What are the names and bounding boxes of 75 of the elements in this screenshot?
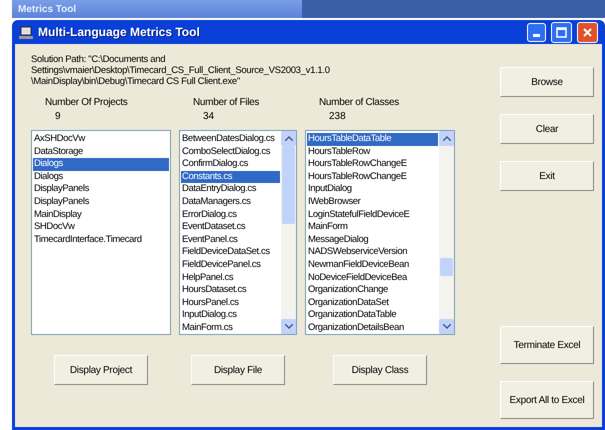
scroll-up-icon[interactable]	[284, 136, 292, 141]
action-button[interactable]: Exit	[500, 161, 594, 191]
list-item[interactable]: AxSHDocVw	[33, 133, 169, 146]
solution-path-text: Solution Path: "C:\Documents and	[31, 54, 166, 65]
list-item[interactable]: HoursTableRowChangeE	[307, 158, 438, 171]
list-item[interactable]: TimecardInterface.Timecard	[33, 234, 169, 246]
count-value: 238	[328, 111, 347, 122]
scroll-thumb[interactable]	[440, 258, 453, 276]
list-item[interactable]: OrganizationDataTable	[307, 309, 438, 322]
list-item[interactable]: HoursTableDataTable	[307, 133, 438, 146]
list-item[interactable]: FieldDeviceDataSet.cs	[181, 246, 280, 259]
maximize-icon	[556, 26, 567, 38]
column-label: Number Of Projects	[44, 97, 128, 108]
display-button[interactable]: Display Class	[333, 355, 427, 385]
list-item[interactable]: MessageDialog	[307, 234, 438, 246]
list-item[interactable]: NoDeviceFieldDeviceBea	[307, 272, 438, 284]
list-item[interactable]: ComboSelectDialog.cs	[181, 146, 280, 158]
display-button[interactable]: Display Project	[54, 355, 148, 385]
count-value: 34	[202, 111, 216, 122]
list-item[interactable]: MainForm.cs	[181, 322, 280, 334]
list-item[interactable]: DisplayPanels	[33, 196, 169, 209]
list-item[interactable]: DataManagers.cs	[181, 196, 280, 209]
close-icon	[582, 26, 593, 38]
window-title: Multi-Language Metrics Tool	[38, 25, 201, 39]
list-item[interactable]: LoginStatefulFieldDeviceE	[307, 208, 438, 222]
list-item[interactable]: HoursTableRowChangeE	[307, 170, 438, 184]
list-item[interactable]: FieldDevicePanel.cs	[181, 258, 280, 272]
list-item[interactable]: NADSWebserviceVersion	[307, 246, 438, 259]
list-item[interactable]: EventPanel.cs	[181, 234, 280, 246]
list-item[interactable]: DataEntryDialog.cs	[181, 183, 280, 196]
scroll-thumb[interactable]	[282, 146, 295, 224]
background-window-title: Metrics Tool	[18, 4, 76, 14]
column-label: Number of Classes	[318, 97, 400, 108]
list-item[interactable]: HelpPanel.cs	[181, 272, 280, 284]
list-item[interactable]: Dialogs	[33, 170, 169, 184]
list-item[interactable]: MainForm	[307, 221, 438, 234]
list-item[interactable]: HoursPanel.cs	[181, 296, 280, 310]
list-item[interactable]: OrganizationChange	[307, 284, 438, 297]
action-button[interactable]: Clear	[500, 114, 594, 144]
action-button[interactable]: Browse	[500, 67, 594, 97]
solution-path-text: Settings\vmaier\Desktop\Timecard_CS_Full_Client_Source_VS2003_v1.1.0	[31, 65, 331, 76]
list-item[interactable]: ErrorDialog.cs	[181, 208, 280, 222]
list-item[interactable]: DisplayPanels	[33, 183, 169, 196]
computer-icon	[19, 26, 33, 38]
list-item[interactable]: InputDialog.cs	[181, 309, 280, 322]
list-item[interactable]: IWebBrowser	[307, 196, 438, 209]
list-item[interactable]: OrganizationDetailsBean	[307, 322, 438, 334]
scroll-down-icon[interactable]	[284, 324, 292, 329]
list-item[interactable]: HoursTableRow	[307, 146, 438, 158]
list-item[interactable]: SHDocVw	[33, 221, 169, 234]
minimize-icon	[533, 34, 540, 36]
scrollbar[interactable]	[281, 131, 296, 334]
solution-path-text: \MainDisplay\bin\Debug\Timecard CS Full Client.exe"	[31, 76, 241, 87]
display-button[interactable]: Display File	[191, 355, 285, 385]
list-item[interactable]: EventDataset.cs	[181, 221, 280, 234]
list-item[interactable]: HoursDataset.cs	[181, 284, 280, 297]
list-item[interactable]: Constants.cs	[181, 170, 280, 184]
minimize-button[interactable]	[527, 22, 546, 42]
list-item[interactable]: Dialogs	[33, 158, 169, 171]
count-value: 9	[54, 111, 62, 122]
list-item[interactable]: DataStorage	[33, 146, 169, 158]
excel-button[interactable]: Terminate Excel	[500, 326, 594, 364]
scrollbar[interactable]	[439, 131, 454, 334]
maximize-button[interactable]	[551, 22, 572, 42]
scroll-down-icon[interactable]	[442, 324, 450, 329]
list-item[interactable]: ConfirmDialog.cs	[181, 158, 280, 171]
list-item[interactable]: BetweenDatesDialog.cs	[181, 133, 280, 146]
list-item[interactable]: OrganizationDataSet	[307, 296, 438, 310]
close-button[interactable]	[577, 22, 598, 42]
column-label: Number of Files	[192, 97, 260, 108]
list-item[interactable]: MainDisplay	[33, 208, 169, 222]
excel-button[interactable]: Export All to Excel	[500, 381, 594, 419]
list-item[interactable]: NewmanFieldDeviceBean	[307, 258, 438, 272]
scroll-up-icon[interactable]	[442, 136, 450, 141]
list-item[interactable]: InputDialog	[307, 183, 438, 196]
